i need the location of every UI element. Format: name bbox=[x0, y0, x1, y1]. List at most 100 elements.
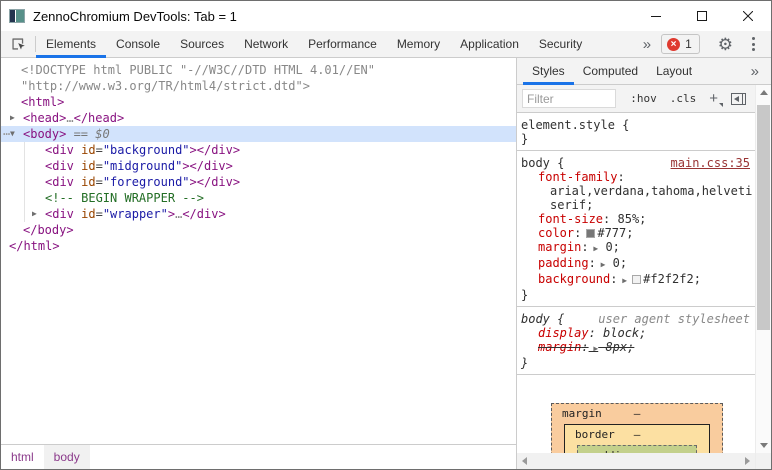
tree-line[interactable]: ▶<head>…</head> bbox=[1, 110, 516, 126]
tab-elements[interactable]: Elements bbox=[36, 31, 106, 57]
collapse-arrow-icon[interactable]: ▼ bbox=[10, 126, 15, 142]
color-swatch[interactable] bbox=[632, 275, 641, 284]
more-tabs-chevron-icon[interactable]: » bbox=[633, 36, 661, 53]
element-classes-button[interactable]: .cls bbox=[670, 92, 697, 105]
css-property[interactable]: color:#777; bbox=[521, 226, 752, 240]
css-rule: body {user agent stylesheetdisplay: bloc… bbox=[517, 307, 755, 375]
css-colon: : bbox=[581, 340, 588, 354]
horizontal-scrollbar[interactable] bbox=[517, 453, 755, 469]
vertical-scrollbar[interactable] bbox=[755, 85, 771, 469]
css-colon: : bbox=[589, 256, 596, 270]
styles-filter-input[interactable] bbox=[522, 89, 616, 108]
css-property[interactable]: padding: ▶ 0; bbox=[521, 256, 752, 272]
css-property-value: 8px; bbox=[598, 340, 634, 354]
css-selector[interactable]: body bbox=[521, 312, 550, 326]
expand-arrow-icon[interactable]: ▶ bbox=[617, 276, 627, 285]
inspect-cursor-icon bbox=[10, 36, 26, 52]
code-token: ></div> bbox=[182, 159, 233, 173]
title-bar[interactable]: ZennoChromium DevTools: Tab = 1 bbox=[1, 1, 771, 31]
css-property[interactable]: display: block; bbox=[521, 326, 752, 340]
sidebar-body: :hov .cls + element.style {}body {main.c… bbox=[517, 85, 771, 469]
tree-line[interactable]: ▶<div id="wrapper">…</div> bbox=[1, 206, 516, 222]
maximize-button[interactable] bbox=[679, 1, 725, 31]
scroll-up-button[interactable] bbox=[756, 85, 771, 100]
code-token: <!-- BEGIN WRAPPER --> bbox=[45, 191, 204, 205]
css-property[interactable]: background: ▶#f2f2f2; bbox=[521, 272, 752, 288]
error-badge[interactable]: × 1 bbox=[661, 34, 700, 54]
border-top-value[interactable]: – bbox=[634, 428, 641, 442]
dropdown-corner-icon bbox=[719, 103, 723, 107]
sidebar-tab-styles[interactable]: Styles bbox=[523, 58, 574, 84]
box-model-margin[interactable]: margin–border–padding– bbox=[551, 403, 723, 453]
more-actions-dots[interactable]: … bbox=[3, 123, 9, 139]
toggle-element-state-button[interactable]: :hov bbox=[630, 92, 657, 105]
css-value-line: arial,verdana,tahoma,helvetic bbox=[521, 184, 752, 198]
code-token: <html> bbox=[21, 95, 64, 109]
inspect-element-button[interactable] bbox=[1, 31, 35, 57]
sidebar-more-tabs-chevron-icon[interactable]: » bbox=[751, 58, 759, 84]
devtools-content: <!DOCTYPE html PUBLIC "-//W3C//DTD HTML … bbox=[1, 58, 771, 469]
css-property-name: display bbox=[538, 326, 589, 340]
tree-line[interactable]: "http://www.w3.org/TR/html4/strict.dtd"> bbox=[1, 78, 516, 94]
css-colon: : bbox=[617, 170, 624, 184]
box-model-padding[interactable]: padding– bbox=[577, 445, 697, 453]
margin-top-value[interactable]: – bbox=[634, 407, 641, 421]
css-selector[interactable]: body bbox=[521, 156, 550, 170]
tree-line[interactable]: <!DOCTYPE html PUBLIC "-//W3C//DTD HTML … bbox=[1, 62, 516, 78]
scrollbar-thumb[interactable] bbox=[757, 105, 770, 330]
expand-arrow-icon[interactable]: ▶ bbox=[589, 244, 599, 253]
css-property[interactable]: margin: ▶ 0; bbox=[521, 240, 752, 256]
css-property[interactable]: font-size: 85%; bbox=[521, 212, 752, 226]
rule-header: element.style { bbox=[521, 118, 752, 132]
expand-arrow-icon[interactable]: ▶ bbox=[596, 260, 606, 269]
stylesheet-link[interactable]: main.css:35 bbox=[671, 156, 750, 170]
styles-rules: element.style {}body {main.css:35font-fa… bbox=[517, 113, 755, 453]
css-property[interactable]: margin: ▶ 8px; bbox=[521, 340, 752, 356]
padding-top-value[interactable]: – bbox=[634, 449, 641, 453]
new-style-rule-button[interactable]: + bbox=[709, 91, 718, 106]
sidebar-tab-layout[interactable]: Layout bbox=[647, 58, 701, 84]
code-token: </div> bbox=[182, 207, 225, 221]
tree-line[interactable]: <div id="midground"></div> bbox=[1, 158, 516, 174]
tab-security[interactable]: Security bbox=[529, 31, 592, 57]
scroll-left-icon[interactable] bbox=[522, 457, 527, 465]
scroll-right-icon[interactable] bbox=[745, 457, 750, 465]
settings-gear-icon[interactable]: ⚙ bbox=[709, 36, 742, 53]
color-swatch[interactable] bbox=[586, 229, 595, 238]
tree-line[interactable]: …▼<body> == $0 bbox=[1, 126, 516, 142]
toggle-sidebar-icon[interactable] bbox=[731, 93, 746, 105]
minimize-button[interactable] bbox=[633, 1, 679, 31]
tree-line[interactable]: </body> bbox=[1, 222, 516, 238]
css-selector[interactable]: element.style bbox=[521, 118, 615, 132]
tree-line[interactable]: <div id="foreground"></div> bbox=[1, 174, 516, 190]
rule-open: element.style { bbox=[521, 118, 629, 132]
css-property[interactable]: font-family: bbox=[521, 170, 752, 184]
sidebar-tab-computed[interactable]: Computed bbox=[574, 58, 647, 84]
kebab-menu-icon[interactable] bbox=[742, 37, 765, 51]
elements-tree[interactable]: <!DOCTYPE html PUBLIC "-//W3C//DTD HTML … bbox=[1, 58, 516, 444]
css-rule: body {main.css:35font-family:arial,verda… bbox=[517, 151, 755, 307]
close-button[interactable] bbox=[725, 1, 771, 31]
expand-arrow-icon[interactable]: ▶ bbox=[32, 206, 37, 222]
breadcrumb-item-html[interactable]: html bbox=[1, 445, 44, 469]
tab-console[interactable]: Console bbox=[106, 31, 170, 57]
breadcrumb-item-body[interactable]: body bbox=[44, 445, 90, 469]
tab-network[interactable]: Network bbox=[234, 31, 298, 57]
scroll-down-button[interactable] bbox=[756, 438, 771, 453]
scrollbar-track[interactable] bbox=[756, 100, 771, 438]
tab-performance[interactable]: Performance bbox=[298, 31, 387, 57]
code-token: "http://www.w3.org/TR/html4/strict.dtd"> bbox=[21, 79, 310, 93]
tab-application[interactable]: Application bbox=[450, 31, 529, 57]
tree-line[interactable]: <div id="background"></div> bbox=[1, 142, 516, 158]
box-model-border[interactable]: border–padding– bbox=[564, 424, 710, 453]
tree-line[interactable]: </html> bbox=[1, 238, 516, 254]
tab-sources[interactable]: Sources bbox=[170, 31, 234, 57]
expand-arrow-icon[interactable]: ▶ bbox=[589, 344, 599, 353]
code-token: "background" bbox=[103, 143, 190, 157]
expand-arrow-icon[interactable]: ▶ bbox=[10, 110, 15, 126]
tree-line[interactable]: <html> bbox=[1, 94, 516, 110]
styles-sidebar: StylesComputedLayout » :hov .cls + bbox=[517, 58, 771, 469]
tree-line[interactable]: <!-- BEGIN WRAPPER --> bbox=[1, 190, 516, 206]
tab-memory[interactable]: Memory bbox=[387, 31, 450, 57]
styles-filter-bar: :hov .cls + bbox=[517, 85, 755, 113]
